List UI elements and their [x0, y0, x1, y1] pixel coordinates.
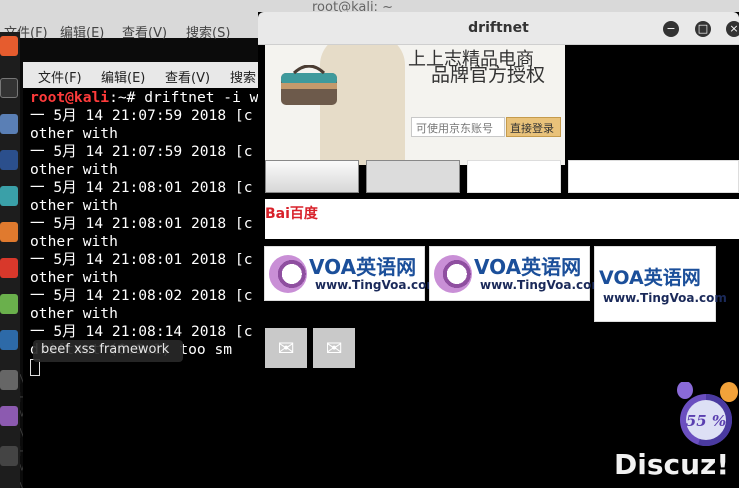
terminal-line: other with: [30, 125, 118, 142]
voa-title: VOA英语网: [599, 267, 701, 289]
captured-image-voa-1: VOA英语网 www.TingVoa.com: [264, 246, 439, 301]
captured-image-discuz-logo: Discuz!: [614, 448, 730, 481]
menu-view[interactable]: 查看(V): [165, 67, 210, 86]
command-line: root@kali:~# driftnet -i w: [30, 89, 258, 106]
voa-title: VOA英语网: [474, 255, 582, 279]
captured-image-baidu-logo: Bai百度: [265, 199, 739, 239]
metasploit-icon[interactable]: [0, 150, 18, 170]
baidu-logo-text: Bai百度: [265, 206, 318, 222]
baidu-logo: Bai百度: [265, 203, 318, 223]
close-icon[interactable]: ×: [726, 21, 739, 37]
driftnet-titlebar[interactable]: driftnet − □ ×: [258, 12, 739, 45]
voa-logo-icon: [269, 255, 307, 293]
application-dock: [0, 32, 20, 488]
keyboard-icon[interactable]: [0, 370, 18, 390]
terminal-line: other with: [30, 161, 118, 178]
ad-login-button: 直接登录: [506, 117, 561, 137]
faraday-icon[interactable]: [0, 258, 18, 278]
voa-logo-icon: [434, 255, 472, 293]
ad-subheadline: 品牌官方授权: [431, 64, 546, 86]
terminal-line: other with: [30, 269, 118, 286]
terminal-line: 一 5月 14 21:08:01 2018 [c: [30, 179, 253, 196]
prompt-path: :~#: [109, 89, 145, 106]
mail-icon: ✉: [325, 336, 343, 360]
menu-search[interactable]: 搜索: [230, 67, 256, 86]
beef-icon[interactable]: [0, 330, 18, 350]
captured-image-gray-button-1: [265, 160, 359, 193]
voa-url: www.TingVoa.com: [603, 291, 727, 305]
terminal-line: other with: [30, 197, 118, 214]
terminal-line: 一 5月 14 21:07:59 2018 [c: [30, 107, 253, 124]
files-icon[interactable]: [0, 114, 18, 134]
menu-edit[interactable]: 编辑(E): [101, 67, 145, 86]
captured-image-handbag-ad: 上上志精品电商 品牌官方授权 可使用京东账号 直接登录: [265, 45, 565, 165]
burpsuite-icon[interactable]: [0, 222, 18, 242]
terminal-line: 一 5月 14 21:08:02 2018 [c: [30, 287, 253, 304]
bg-menu-edit[interactable]: 编辑(E): [60, 22, 104, 41]
menu-file[interactable]: 文件(F): [38, 67, 82, 86]
captured-image-voa-2: VOA英语网 www.TingVoa.com: [429, 246, 604, 301]
captured-image-gray-button-2: [366, 160, 460, 193]
captured-image-mail-2: ✉: [313, 328, 355, 368]
terminal-line: 一 5月 14 21:08:01 2018 [c: [30, 215, 253, 232]
dock-tooltip: beef xss framework: [33, 340, 183, 362]
voa-title: VOA英语网: [309, 255, 417, 279]
minimize-icon[interactable]: −: [663, 21, 679, 37]
mail-icon: ✉: [277, 336, 295, 360]
bg-menu-view[interactable]: 查看(V): [122, 22, 167, 41]
captured-image-white-button: [467, 160, 561, 193]
terminal-window[interactable]: 文件(F) 编辑(E) 查看(V) 搜索 root@kali:~# driftn…: [23, 62, 268, 488]
command-text: driftnet -i w: [144, 89, 259, 106]
bg-menu-search[interactable]: 搜索(S): [186, 22, 230, 41]
voa-url: www.TingVoa.com: [480, 278, 604, 292]
driftnet-window[interactable]: driftnet − □ × 上上志精品电商 品牌官方授权 可使用京东账号 直接…: [258, 12, 739, 488]
armitage-icon[interactable]: [0, 186, 18, 206]
captured-image-voa-3: VOA英语网 www.TingVoa.com: [594, 246, 727, 322]
driftnet-log-lines: 一 5月 14 21:07:59 2018 [c other with 一 5月…: [30, 107, 252, 358]
maximize-icon[interactable]: □: [695, 21, 711, 37]
progress-balloon-widget: 55 %: [677, 382, 738, 446]
handbag-image: [281, 65, 337, 105]
emacs-icon[interactable]: [0, 406, 18, 426]
terminal-line: other with: [30, 305, 118, 322]
apps-grid-icon[interactable]: [0, 446, 18, 466]
terminal-icon[interactable]: [0, 78, 18, 98]
progress-label: 55 %: [686, 412, 726, 430]
firefox-icon[interactable]: [0, 36, 18, 56]
captured-image-mail-1: ✉: [265, 328, 307, 368]
leafpad-icon[interactable]: [0, 294, 18, 314]
terminal-output: root@kali:~# driftnet -i w 一 5月 14 21:07…: [30, 89, 258, 378]
terminal-line: other with: [30, 233, 118, 250]
prompt-user-host: root@kali: [30, 89, 110, 106]
voa-url: www.TingVoa.com: [315, 278, 439, 292]
terminal-line: 一 5月 14 21:07:59 2018 [c: [30, 143, 253, 160]
terminal-line: 一 5月 14 21:08:01 2018 [c: [30, 251, 253, 268]
terminal-line: 一 5月 14 21:08:14 2018 [c: [30, 323, 253, 340]
terminal-menubar: 文件(F) 编辑(E) 查看(V) 搜索: [23, 62, 268, 88]
ad-account-input: 可使用京东账号: [411, 117, 505, 137]
captured-image-white-strip: [568, 160, 739, 193]
